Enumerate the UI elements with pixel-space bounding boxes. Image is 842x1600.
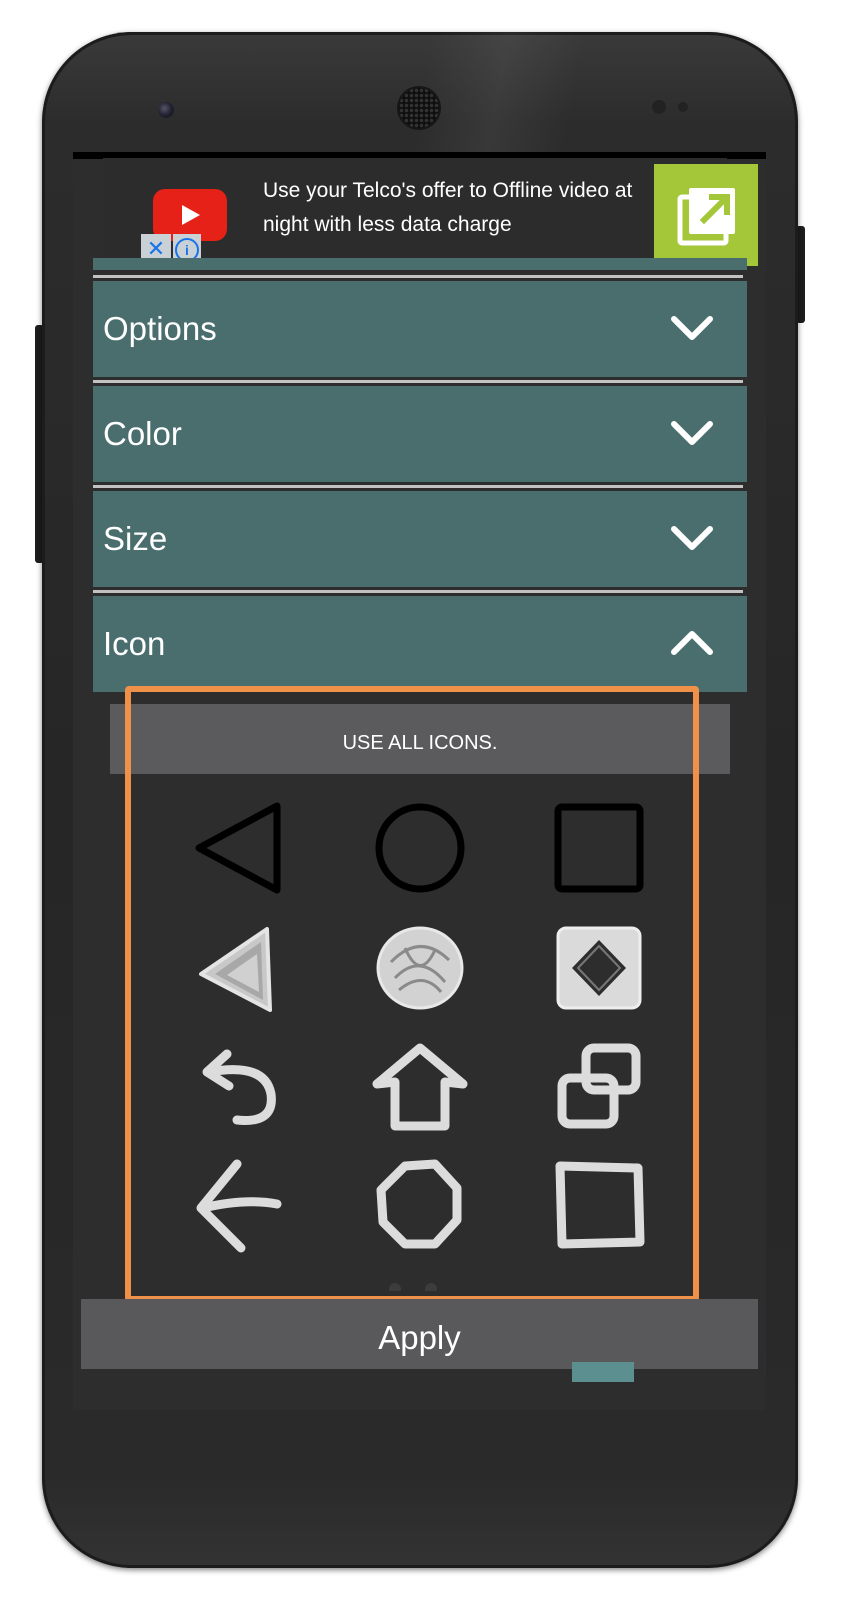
proximity-sensor xyxy=(652,100,666,114)
color-section-header[interactable]: Color xyxy=(93,386,747,482)
hand-drawn-square-icon[interactable] xyxy=(544,1150,654,1260)
divider xyxy=(93,590,743,593)
left-arrow-icon[interactable] xyxy=(185,1150,295,1260)
chevron-up-icon xyxy=(671,631,713,655)
ad-text: Use your Telco's offer to Offline video … xyxy=(263,179,633,236)
color-label: Color xyxy=(103,415,182,452)
circle-sketch-icon[interactable] xyxy=(365,912,475,1022)
external-open-icon[interactable] xyxy=(654,164,758,266)
earpiece-speaker xyxy=(399,88,439,128)
accordion-top-strip xyxy=(93,258,747,270)
use-all-icons-button[interactable]: USE ALL ICONS. xyxy=(110,704,730,774)
chevron-down-icon xyxy=(671,316,713,340)
size-section-header[interactable]: Size xyxy=(93,491,747,587)
triangle-outline-icon[interactable] xyxy=(185,793,295,903)
triangle-sketch-icon[interactable] xyxy=(185,912,295,1022)
options-section-header[interactable]: Options xyxy=(93,281,747,377)
square-sketch-icon[interactable] xyxy=(544,912,654,1022)
home-arrow-icon[interactable] xyxy=(365,1032,475,1142)
chevron-down-icon xyxy=(671,421,713,445)
divider xyxy=(93,485,743,488)
hand-drawn-circle-icon[interactable] xyxy=(365,1150,475,1260)
page-indicator xyxy=(389,1283,437,1291)
size-label: Size xyxy=(103,520,168,557)
options-label: Options xyxy=(103,310,217,347)
overlap-squares-icon[interactable] xyxy=(544,1032,654,1142)
apply-button[interactable]: Apply xyxy=(81,1299,758,1369)
undo-arrow-icon[interactable] xyxy=(185,1032,295,1142)
chevron-down-icon xyxy=(671,526,713,550)
light-sensor xyxy=(678,102,688,112)
front-camera xyxy=(158,102,174,118)
divider xyxy=(93,275,743,278)
circle-outline-icon[interactable] xyxy=(365,793,475,903)
icon-label: Icon xyxy=(103,625,166,662)
square-outline-icon[interactable] xyxy=(544,793,654,903)
ad-banner[interactable]: Use your Telco's offer to Offline video … xyxy=(103,158,758,266)
apply-accent xyxy=(572,1362,634,1382)
app-screen: Use your Telco's offer to Offline video … xyxy=(73,152,766,1410)
icon-section-header[interactable]: Icon xyxy=(93,596,747,692)
divider xyxy=(93,380,743,383)
